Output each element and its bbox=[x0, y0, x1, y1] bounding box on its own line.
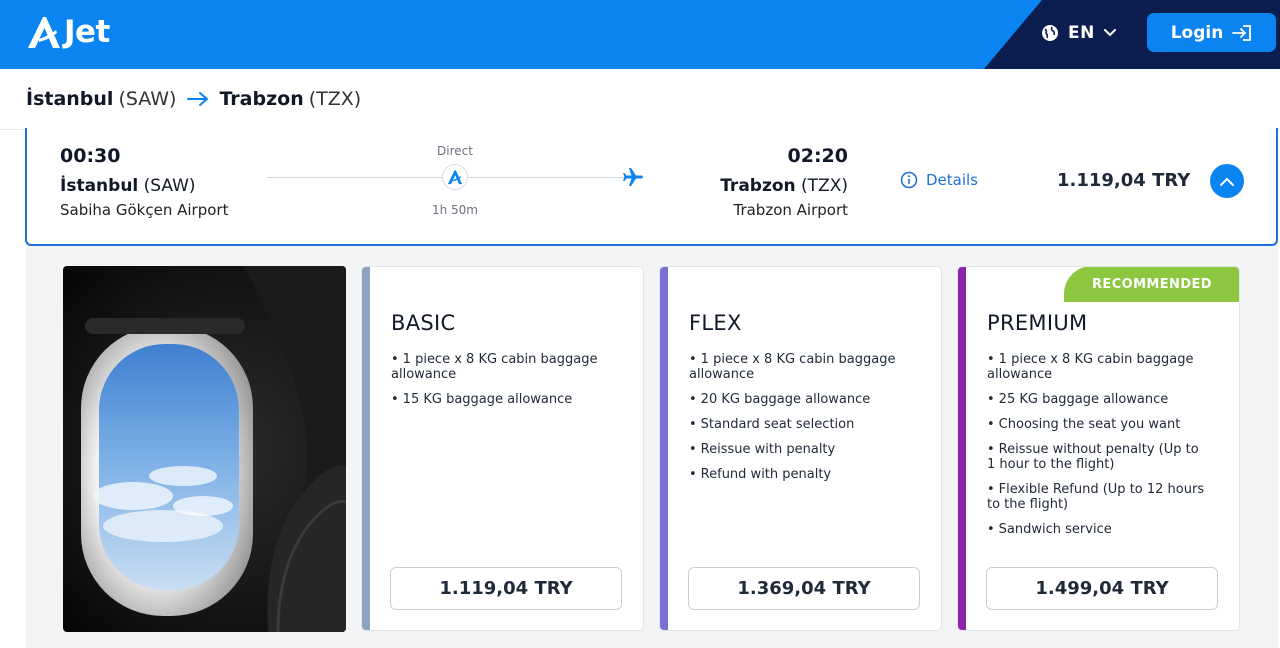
route-to-code: (TZX) bbox=[308, 88, 362, 110]
fare-title: FLEX bbox=[689, 311, 742, 335]
brand-name: Jet bbox=[64, 14, 110, 50]
arrival-city-name: Trabzon bbox=[720, 176, 796, 196]
fare-stripe bbox=[660, 267, 668, 630]
departure-time: 00:30 bbox=[60, 145, 121, 167]
route-from-city: İstanbul bbox=[26, 88, 114, 110]
flight-price: 1.119,04 TRY bbox=[1057, 170, 1191, 191]
fare-stripe bbox=[362, 267, 370, 630]
info-icon bbox=[900, 171, 918, 189]
login-icon bbox=[1232, 24, 1252, 41]
fare-features: 1 piece x 8 KG cabin baggage allowance 2… bbox=[987, 352, 1207, 547]
departure-city-code: (SAW) bbox=[143, 176, 196, 196]
select-fare-flex-button[interactable]: 1.369,04 TRY bbox=[688, 567, 920, 610]
globe-icon bbox=[1042, 25, 1058, 41]
details-label: Details bbox=[926, 171, 979, 189]
language-code: EN bbox=[1068, 23, 1095, 43]
departure-city-name: İstanbul bbox=[60, 176, 139, 196]
select-fare-basic-button[interactable]: 1.119,04 TRY bbox=[390, 567, 622, 610]
fare-features: 1 piece x 8 KG cabin baggage allowance 1… bbox=[391, 352, 611, 417]
top-header: Jet EN Login bbox=[0, 0, 1280, 69]
collapse-button[interactable] bbox=[1210, 164, 1244, 198]
arrival-time: 02:20 bbox=[787, 145, 848, 167]
arrival-city: Trabzon (TZX) bbox=[720, 176, 848, 196]
fare-feature: 15 KG baggage allowance bbox=[391, 392, 611, 407]
flight-card[interactable]: 00:30 İstanbul (SAW) Sabiha Gökçen Airpo… bbox=[25, 128, 1278, 246]
fare-feature: 1 piece x 8 KG cabin baggage allowance bbox=[987, 352, 1207, 382]
fare-card-basic[interactable]: BASIC 1 piece x 8 KG cabin baggage allow… bbox=[361, 266, 644, 631]
language-selector[interactable]: EN bbox=[1041, 19, 1116, 47]
fare-feature: Reissue with penalty bbox=[689, 442, 909, 457]
arrow-right-icon bbox=[187, 91, 209, 107]
fare-feature: Choosing the seat you want bbox=[987, 417, 1207, 432]
details-link[interactable]: Details bbox=[900, 171, 978, 189]
fare-card-premium[interactable]: RECOMMENDED PREMIUM 1 piece x 8 KG cabin… bbox=[957, 266, 1240, 631]
fare-feature: Reissue without penalty (Up to 1 hour to… bbox=[987, 442, 1207, 472]
recommended-badge: RECOMMENDED bbox=[1064, 267, 1239, 302]
fare-feature: Standard seat selection bbox=[689, 417, 909, 432]
route-breadcrumb: İstanbul (SAW) Trabzon (TZX) bbox=[0, 69, 1280, 130]
departure-city: İstanbul (SAW) bbox=[60, 176, 196, 196]
fare-feature: 1 piece x 8 KG cabin baggage allowance bbox=[689, 352, 909, 382]
fare-feature: Sandwich service bbox=[987, 522, 1207, 537]
fare-title: PREMIUM bbox=[987, 311, 1088, 335]
flight-duration: 1h 50m bbox=[431, 203, 478, 217]
fare-card-flex[interactable]: FLEX 1 piece x 8 KG cabin baggage allowa… bbox=[659, 266, 942, 631]
fare-feature: Flexible Refund (Up to 12 hours to the f… bbox=[987, 482, 1207, 512]
fare-feature: 20 KG baggage allowance bbox=[689, 392, 909, 407]
airplane-window-image bbox=[63, 266, 346, 632]
chevron-down-icon bbox=[1103, 29, 1116, 37]
stops-label: Direct bbox=[437, 144, 473, 158]
route-from-code: (SAW) bbox=[118, 88, 177, 110]
fare-title: BASIC bbox=[391, 311, 456, 335]
fare-stripe bbox=[958, 267, 966, 630]
chevron-up-icon bbox=[1220, 177, 1234, 186]
plane-icon bbox=[621, 165, 645, 193]
login-label: Login bbox=[1170, 22, 1224, 43]
arrival-airport: Trabzon Airport bbox=[733, 201, 848, 219]
fare-features: 1 piece x 8 KG cabin baggage allowance 2… bbox=[689, 352, 909, 492]
fare-feature: 25 KG baggage allowance bbox=[987, 392, 1207, 407]
ajet-logo-icon bbox=[28, 17, 60, 48]
login-button[interactable]: Login bbox=[1147, 13, 1276, 52]
arrival-city-code: (TZX) bbox=[801, 176, 848, 196]
select-fare-premium-button[interactable]: 1.499,04 TRY bbox=[986, 567, 1218, 610]
ajet-logo[interactable]: Jet bbox=[26, 12, 110, 52]
airline-logo-icon bbox=[442, 164, 468, 190]
fare-feature: 1 piece x 8 KG cabin baggage allowance bbox=[391, 352, 611, 382]
fare-feature: Refund with penalty bbox=[689, 467, 909, 482]
departure-airport: Sabiha Gökçen Airport bbox=[60, 201, 229, 219]
route-to-city: Trabzon bbox=[219, 88, 304, 110]
